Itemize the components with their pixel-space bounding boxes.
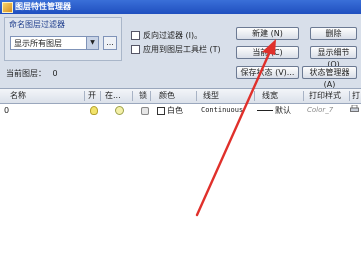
column-divider[interactable] [100,91,101,101]
column-header-on[interactable]: 开 [88,89,96,103]
layer-color[interactable]: 白色 [157,104,183,117]
column-header-color[interactable]: 颜色 [159,89,175,103]
column-divider[interactable] [84,91,85,101]
title-bar[interactable]: 图层特性管理器 [0,0,361,14]
column-header-linetype[interactable]: 线型 [203,89,219,103]
current-layer-label: 当前图层： [6,69,46,78]
layer-filter-dropdown[interactable]: 显示所有图层 ▼ [10,36,99,50]
lock-icon[interactable] [141,104,149,117]
filter-browse-button[interactable]: ... [103,36,117,50]
invert-filter-label: 反向过滤器 (I)。 [143,31,203,40]
set-current-button[interactable]: 当前 (C) [236,46,299,59]
apply-to-toolbar-checkbox[interactable]: 应用到图层工具栏 (T) [131,45,221,55]
layer-linetype[interactable]: Continuous [201,104,243,117]
column-divider[interactable] [349,91,350,101]
layer-list-header: 名称 开 在... 锁 颜色 线型 线宽 打印样式 打 [0,89,361,104]
layer-properties-window: 图层特性管理器 命名图层过滤器 显示所有图层 ▼ ... 反向过滤器 (I)。 … [0,0,361,262]
invert-filter-checkbox[interactable]: 反向过滤器 (I)。 [131,31,202,41]
layer-lineweight-label: 默认 [275,106,291,115]
app-icon [2,2,13,13]
column-divider[interactable] [254,91,255,101]
window-title: 图层特性管理器 [15,2,71,11]
printer-icon[interactable] [350,104,359,117]
named-layer-filter-group: 命名图层过滤器 显示所有图层 ▼ ... [4,17,122,61]
column-header-lock[interactable]: 锁 [139,89,147,103]
column-header-plot[interactable]: 打 [352,89,360,103]
column-divider[interactable] [150,91,151,101]
column-divider[interactable] [132,91,133,101]
lineweight-sample [257,110,273,111]
sun-icon[interactable] [115,104,124,117]
column-header-freeze[interactable]: 在... [105,89,121,103]
current-layer-readout: 当前图层： 0 [6,68,58,79]
state-manager-button[interactable]: 状态管理器 (A) [302,66,357,89]
filter-selected-value: 显示所有图层 [14,39,62,48]
layer-color-label: 白色 [167,106,183,115]
layer-row[interactable]: 0 白色 Continuous 默认 Color_7 [0,104,361,117]
lightbulb-icon[interactable] [90,104,98,117]
column-header-lineweight[interactable]: 线宽 [262,89,278,103]
column-header-plot-style[interactable]: 打印样式 [309,89,341,103]
column-divider[interactable] [303,91,304,101]
color-swatch [157,106,165,115]
column-header-name[interactable]: 名称 [10,89,26,103]
save-state-button[interactable]: 保存状态 (V)... [236,66,299,79]
layer-plot-style[interactable]: Color_7 [307,104,333,117]
delete-layer-button[interactable]: 删除 [310,27,357,40]
new-layer-button[interactable]: 新建 (N) [236,27,299,40]
apply-to-toolbar-label: 应用到图层工具栏 (T) [143,45,221,54]
show-details-button[interactable]: 显示细节 (Q) [310,46,357,69]
checkbox-icon[interactable] [131,31,140,40]
layer-lineweight[interactable]: 默认 [257,104,291,117]
layer-name[interactable]: 0 [4,104,9,117]
layer-list[interactable]: 名称 开 在... 锁 颜色 线型 线宽 打印样式 打 0 白色 Continu… [0,88,361,262]
chevron-down-icon[interactable]: ▼ [86,37,98,49]
checkbox-icon[interactable] [131,45,140,54]
column-divider[interactable] [196,91,197,101]
filter-group-label: 命名图层过滤器 [9,20,65,29]
current-layer-value: 0 [52,69,58,78]
